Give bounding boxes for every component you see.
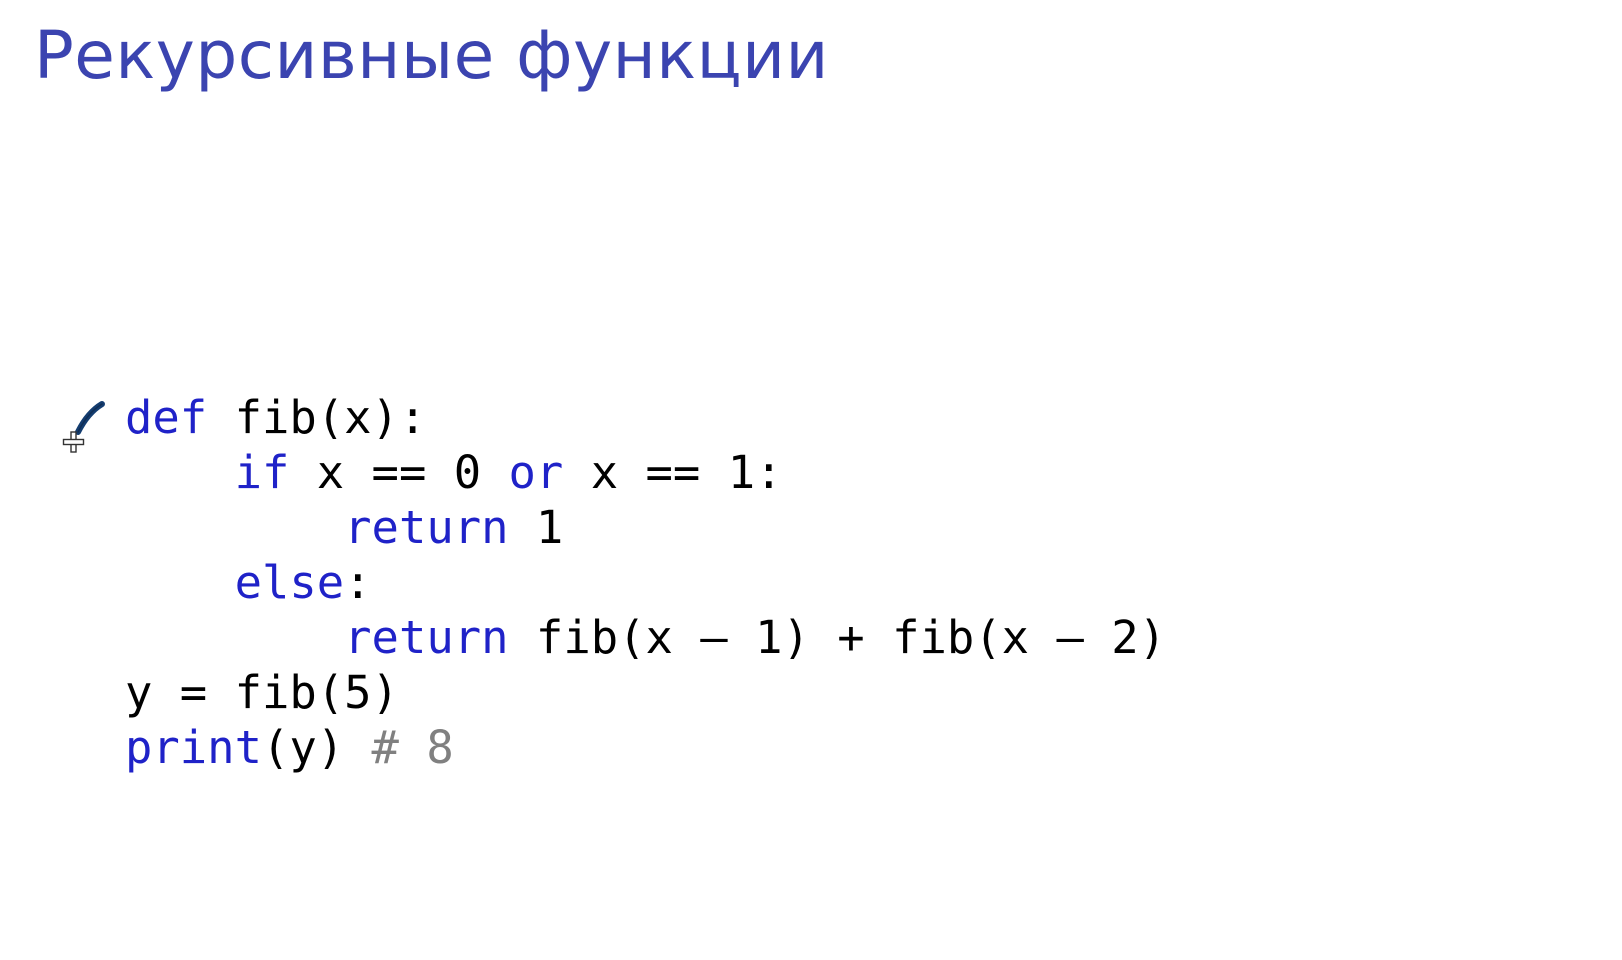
slide-title: Рекурсивные функции (34, 17, 829, 94)
code-token-text: fib(x): (207, 391, 427, 444)
code-token-keyword: print (125, 721, 262, 774)
code-token-text: – (700, 611, 728, 664)
code-line: print(y) # 8 (125, 720, 1166, 775)
code-line: else: (125, 555, 1166, 610)
code-token-text: 2) (1083, 611, 1167, 664)
code-line: def fib(x): (125, 390, 1166, 445)
code-token-text: : (344, 556, 372, 609)
code-line: return 1 (125, 500, 1166, 555)
code-block: def fib(x): if x == 0 or x == 1: return … (125, 390, 1166, 775)
code-token-text: – (1056, 611, 1084, 664)
code-token-keyword: return (344, 611, 509, 664)
crosshair-icon (62, 431, 85, 453)
code-token-text: (y) (261, 721, 372, 774)
code-token-text: fib(x (508, 611, 701, 664)
code-token-keyword: return (344, 501, 509, 554)
code-token-keyword: else (234, 556, 345, 609)
code-token-comment: # 8 (371, 721, 454, 774)
code-line: return fib(x – 1) + fib(x – 2) (125, 610, 1166, 665)
code-line: y = fib(5) (125, 665, 1166, 720)
code-token-text: 1 (508, 501, 564, 554)
code-token-text: 1) + fib(x (727, 611, 1057, 664)
code-line: if x == 0 or x == 1: (125, 445, 1166, 500)
code-token-keyword: or (508, 446, 564, 499)
code-token-keyword: if (234, 446, 290, 499)
code-token-text: x == 0 (289, 446, 509, 499)
pen-stroke (75, 401, 105, 435)
pen-cursor-icon (62, 401, 105, 453)
slide: Рекурсивные функции def fib(x): if x == … (0, 0, 1622, 960)
code-token-text: y = fib(5) (125, 666, 399, 719)
code-token-text: x == 1: (563, 446, 783, 499)
code-token-keyword: def (125, 391, 208, 444)
